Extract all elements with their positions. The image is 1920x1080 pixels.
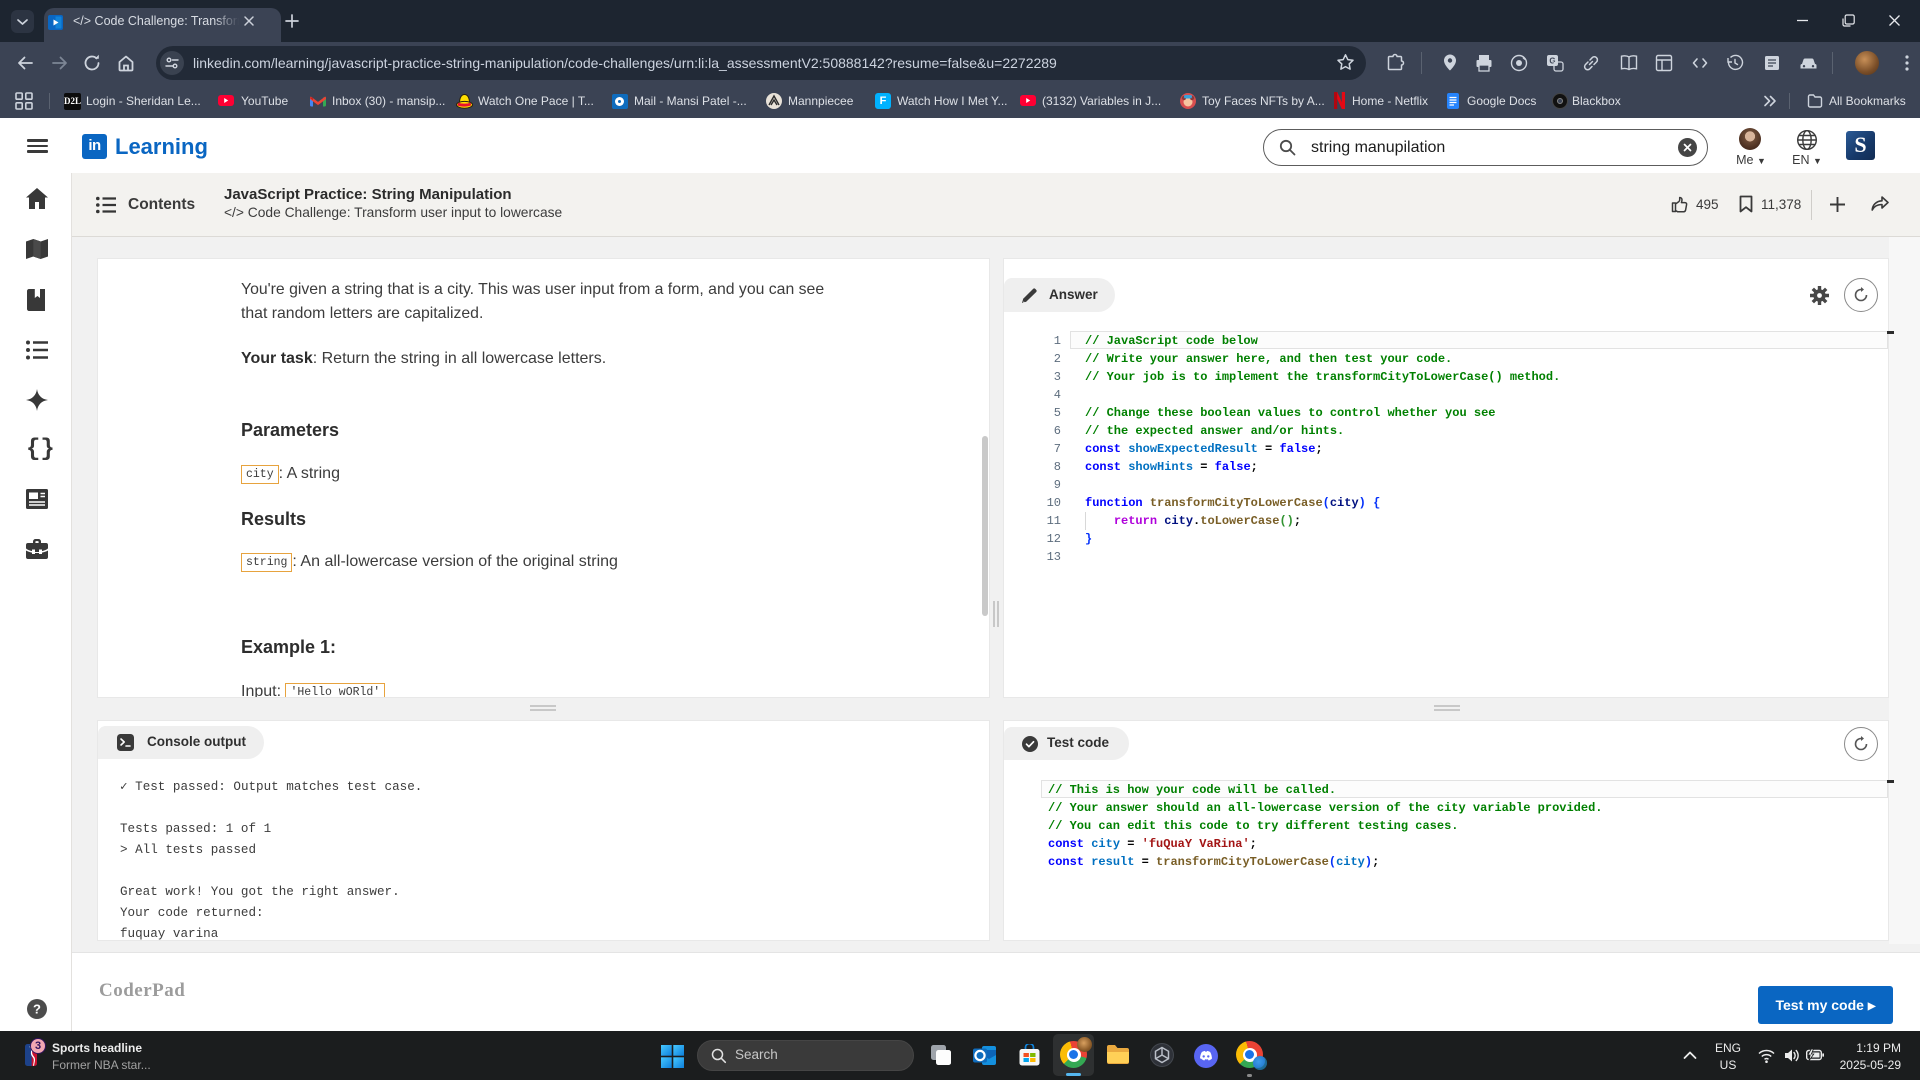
svg-text:G: G <box>1549 57 1555 66</box>
svg-text:?: ? <box>33 1002 41 1017</box>
